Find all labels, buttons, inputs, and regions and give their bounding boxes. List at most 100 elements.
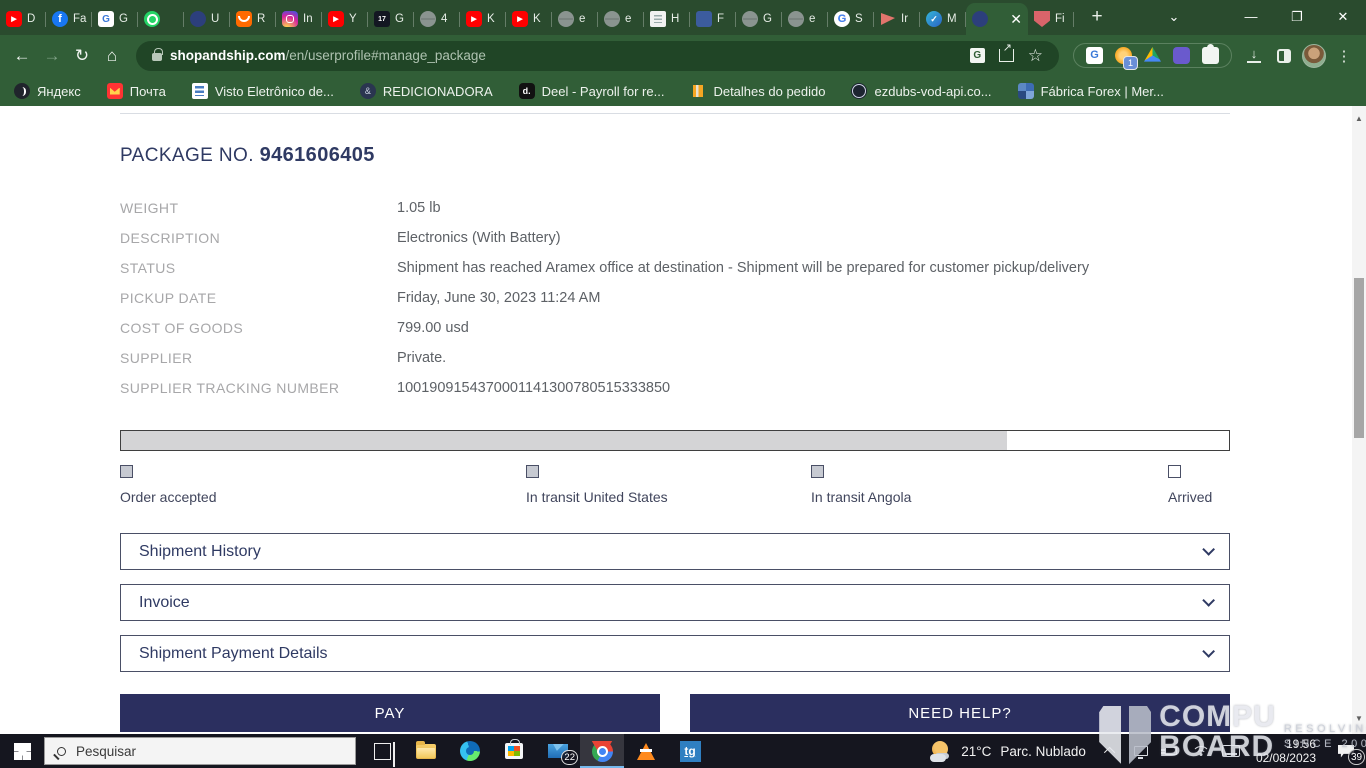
browser-tab[interactable]: U: [184, 3, 230, 35]
telegram-button[interactable]: tg: [668, 734, 712, 768]
need-help-button[interactable]: NEED HELP?: [690, 694, 1230, 732]
browser-tab[interactable]: G: [92, 3, 138, 35]
taskbar-clock[interactable]: 19:56 02/08/2023: [1246, 737, 1326, 765]
reload-icon[interactable]: ↻: [68, 42, 96, 70]
browser-tab[interactable]: e: [598, 3, 644, 35]
browser-tab[interactable]: 4: [414, 3, 460, 35]
scroll-down-icon[interactable]: ▼: [1352, 712, 1366, 726]
tab-favicon-icon: [282, 11, 298, 27]
bookmark-item[interactable]: Visto Eletrônico de...: [192, 83, 334, 99]
keyboard-tray-button[interactable]: [1216, 734, 1246, 768]
checkpoint-checkbox[interactable]: [526, 465, 539, 478]
browser-tab[interactable]: Fi: [1028, 3, 1074, 35]
checkpoint-checkbox[interactable]: [811, 465, 824, 478]
checkpoint-checkbox[interactable]: [1168, 465, 1181, 478]
bookmark-item[interactable]: ezdubs-vod-api.co...: [851, 83, 991, 99]
task-view-button[interactable]: [360, 734, 404, 768]
close-tab-icon[interactable]: ✕: [1010, 12, 1022, 26]
browser-tab[interactable]: K: [506, 3, 552, 35]
minimize-button[interactable]: —: [1228, 9, 1274, 24]
pay-button[interactable]: PAY: [120, 694, 660, 732]
bookmark-star-icon[interactable]: ☆: [1028, 46, 1043, 66]
new-tab-button[interactable]: +: [1084, 4, 1110, 30]
tab-title: Y: [349, 13, 357, 25]
browser-tab[interactable]: R: [230, 3, 276, 35]
browser-tab[interactable]: Y: [322, 3, 368, 35]
tab-favicon-icon: [604, 11, 620, 27]
power-tray-button[interactable]: [1156, 734, 1186, 768]
bookmark-favicon-icon: [1018, 83, 1034, 99]
display-tray-button[interactable]: [1126, 734, 1156, 768]
browser-tab[interactable]: M: [920, 3, 966, 35]
bookmark-item[interactable]: Fábrica Forex | Mer...: [1018, 83, 1164, 99]
file-explorer-button[interactable]: [404, 734, 448, 768]
home-icon[interactable]: ⌂: [98, 42, 126, 70]
browser-tab[interactable]: e: [552, 3, 598, 35]
shipment-progress-bar: [120, 430, 1230, 451]
browser-tab[interactable]: D: [0, 3, 46, 35]
tab-title: e: [809, 13, 815, 25]
kebab-menu-icon[interactable]: ⋮: [1330, 42, 1358, 70]
mail-button[interactable]: 22: [536, 734, 580, 768]
extension-icon-purple[interactable]: [1173, 47, 1190, 64]
store-button[interactable]: [492, 734, 536, 768]
browser-tab[interactable]: H: [644, 3, 690, 35]
extensions-puzzle-icon[interactable]: [1202, 47, 1219, 64]
tab-favicon-icon: [1034, 11, 1050, 27]
action-center-button[interactable]: 39: [1326, 734, 1366, 768]
browser-tab[interactable]: Ir: [874, 3, 920, 35]
browser-tab[interactable]: K: [460, 3, 506, 35]
share-icon[interactable]: [999, 49, 1014, 62]
bookmark-item[interactable]: Почта: [107, 83, 166, 99]
forward-icon[interactable]: →: [38, 42, 66, 70]
tab-favicon-icon: [788, 11, 804, 27]
tab-title: G: [763, 13, 772, 25]
bookmark-item[interactable]: Detalhes do pedido: [690, 83, 825, 99]
checkpoint-label: Arrived: [1168, 489, 1230, 505]
browser-tab[interactable]: G: [368, 3, 414, 35]
vlc-button[interactable]: [624, 734, 668, 768]
network-tray-button[interactable]: [1186, 734, 1216, 768]
taskbar-search-input[interactable]: Pesquisar: [44, 737, 356, 765]
browser-tab[interactable]: e: [782, 3, 828, 35]
lock-icon[interactable]: [152, 53, 162, 61]
address-bar[interactable]: shopandship.com/en/userprofile#manage_pa…: [136, 41, 1059, 71]
browser-tab[interactable]: Fa: [46, 3, 92, 35]
browser-tab[interactable]: In: [276, 3, 322, 35]
browser-tab[interactable]: F: [690, 3, 736, 35]
page-scrollbar[interactable]: ▲ ▼: [1352, 106, 1366, 734]
checkpoint-checkbox[interactable]: [120, 465, 133, 478]
tab-title: M: [947, 13, 957, 25]
tab-search-icon[interactable]: ⌄: [1146, 9, 1202, 25]
start-button[interactable]: [0, 734, 44, 768]
bookmark-label: ezdubs-vod-api.co...: [874, 84, 991, 99]
translate-extension-icon[interactable]: G: [1086, 47, 1103, 64]
browser-tab[interactable]: G: [736, 3, 782, 35]
maximize-button[interactable]: ❐: [1274, 9, 1320, 25]
profile-avatar[interactable]: [1300, 42, 1328, 70]
scrollbar-thumb[interactable]: [1354, 278, 1364, 438]
accordion-header[interactable]: Invoice: [120, 584, 1230, 621]
browser-tab[interactable]: ✕: [966, 3, 1028, 35]
accordion-header[interactable]: Shipment Payment Details: [120, 635, 1230, 672]
chrome-button[interactable]: [580, 734, 624, 768]
side-panel-icon[interactable]: [1270, 42, 1298, 70]
shipment-checkpoints: Order accepted In transit United States …: [120, 465, 1230, 505]
weather-widget[interactable]: 21°C Parc. Nublado: [920, 740, 1096, 762]
extension-icon-orange[interactable]: 1: [1115, 47, 1132, 64]
bookmark-item[interactable]: Яндекс: [14, 83, 81, 99]
bookmark-item[interactable]: d. Deel - Payroll for re...: [519, 83, 665, 99]
scroll-up-icon[interactable]: ▲: [1352, 112, 1366, 126]
bookmark-item[interactable]: REDICIONADORA: [360, 83, 493, 99]
close-window-button[interactable]: ✕: [1320, 9, 1366, 25]
tray-expand-button[interactable]: [1096, 734, 1126, 768]
google-drive-icon[interactable]: [1144, 47, 1161, 64]
back-icon[interactable]: ←: [8, 42, 36, 70]
translate-icon[interactable]: G: [970, 48, 985, 63]
browser-tab[interactable]: [138, 3, 184, 35]
bookmark-favicon-icon: [360, 83, 376, 99]
accordion-header[interactable]: Shipment History: [120, 533, 1230, 570]
browser-tab[interactable]: S: [828, 3, 874, 35]
downloads-icon[interactable]: ↓: [1240, 42, 1268, 70]
edge-button[interactable]: [448, 734, 492, 768]
